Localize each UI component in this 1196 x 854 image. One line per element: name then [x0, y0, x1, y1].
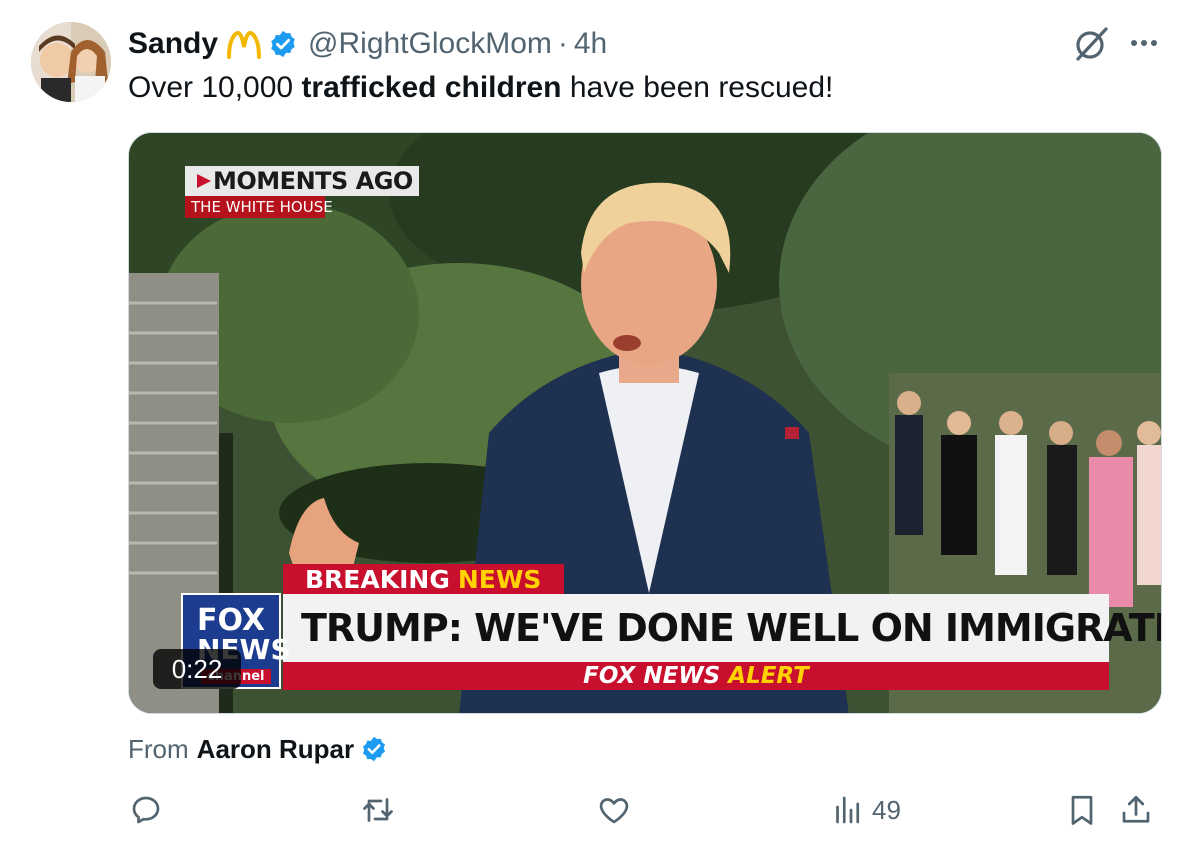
news-headline: TRUMP: WE'VE DONE WELL ON IMMIGRATION	[283, 594, 1161, 662]
avatar-image	[31, 22, 111, 102]
separator-dot: ·	[557, 27, 568, 60]
golden-arches-icon	[226, 29, 262, 59]
tweet-text: Over 10,000 trafficked children have bee…	[128, 68, 833, 108]
verified-badge-icon[interactable]	[360, 735, 388, 763]
display-name[interactable]: Sandy	[128, 27, 218, 61]
verified-badge-icon[interactable]	[268, 29, 298, 59]
reply-button[interactable]	[128, 788, 164, 832]
video-duration-badge: 0:22	[153, 649, 241, 689]
breaking-news-banner: BREAKING NEWS	[283, 564, 564, 596]
avatar[interactable]	[31, 22, 111, 102]
retweet-button[interactable]	[360, 788, 396, 832]
bookmark-button[interactable]	[1064, 788, 1100, 832]
user-handle[interactable]: @RightGlockMom	[308, 27, 552, 61]
action-bar: 49	[0, 788, 1196, 832]
breaking-news-text: NEWS	[457, 565, 542, 594]
like-button[interactable]	[596, 788, 632, 832]
tweet-header: Sandy @RightGlockMom · 4h	[128, 24, 607, 64]
grok-icon[interactable]	[1072, 25, 1110, 63]
like-icon	[599, 798, 629, 824]
tweet-text-end: have been rescued!	[561, 71, 834, 104]
share-button[interactable]	[1118, 788, 1154, 832]
white-house-label: THE WHITE HOUSE	[185, 196, 333, 218]
views-count: 49	[872, 794, 901, 825]
breaking-text: BREAKING	[305, 565, 450, 594]
moments-ago-text: MOMENTS AGO	[213, 167, 413, 195]
moments-ago-label: MOMENTS AGO	[185, 166, 419, 196]
more-icon[interactable]	[1124, 28, 1164, 58]
views-button[interactable]: 49	[830, 788, 901, 832]
alert-text: ALERT	[728, 663, 809, 689]
bookmark-icon	[1071, 795, 1093, 825]
play-triangle-icon	[197, 174, 211, 188]
attribution-label: From	[128, 734, 189, 764]
timestamp[interactable]: 4h	[574, 27, 607, 61]
tweet-text-start: Over 10,000	[128, 71, 302, 104]
retweet-icon	[363, 798, 393, 822]
video-player[interactable]: MOMENTS AGO THE WHITE HOUSE BREAKING NEWS…	[128, 132, 1162, 714]
tweet-text-bold: trafficked children	[301, 71, 562, 104]
views-icon	[836, 796, 860, 824]
tweet-card[interactable]: Sandy @RightGlockMom · 4h Over 10,000 tr…	[0, 0, 1196, 854]
share-icon	[1122, 795, 1150, 823]
reply-icon	[132, 796, 160, 824]
alert-network-text: FOX NEWS	[583, 663, 721, 689]
media-attribution: From Aaron Rupar	[128, 732, 388, 766]
attribution-author[interactable]: Aaron Rupar	[197, 732, 354, 766]
fox-news-alert-bar: FOX NEWS ALERT	[283, 662, 1109, 690]
